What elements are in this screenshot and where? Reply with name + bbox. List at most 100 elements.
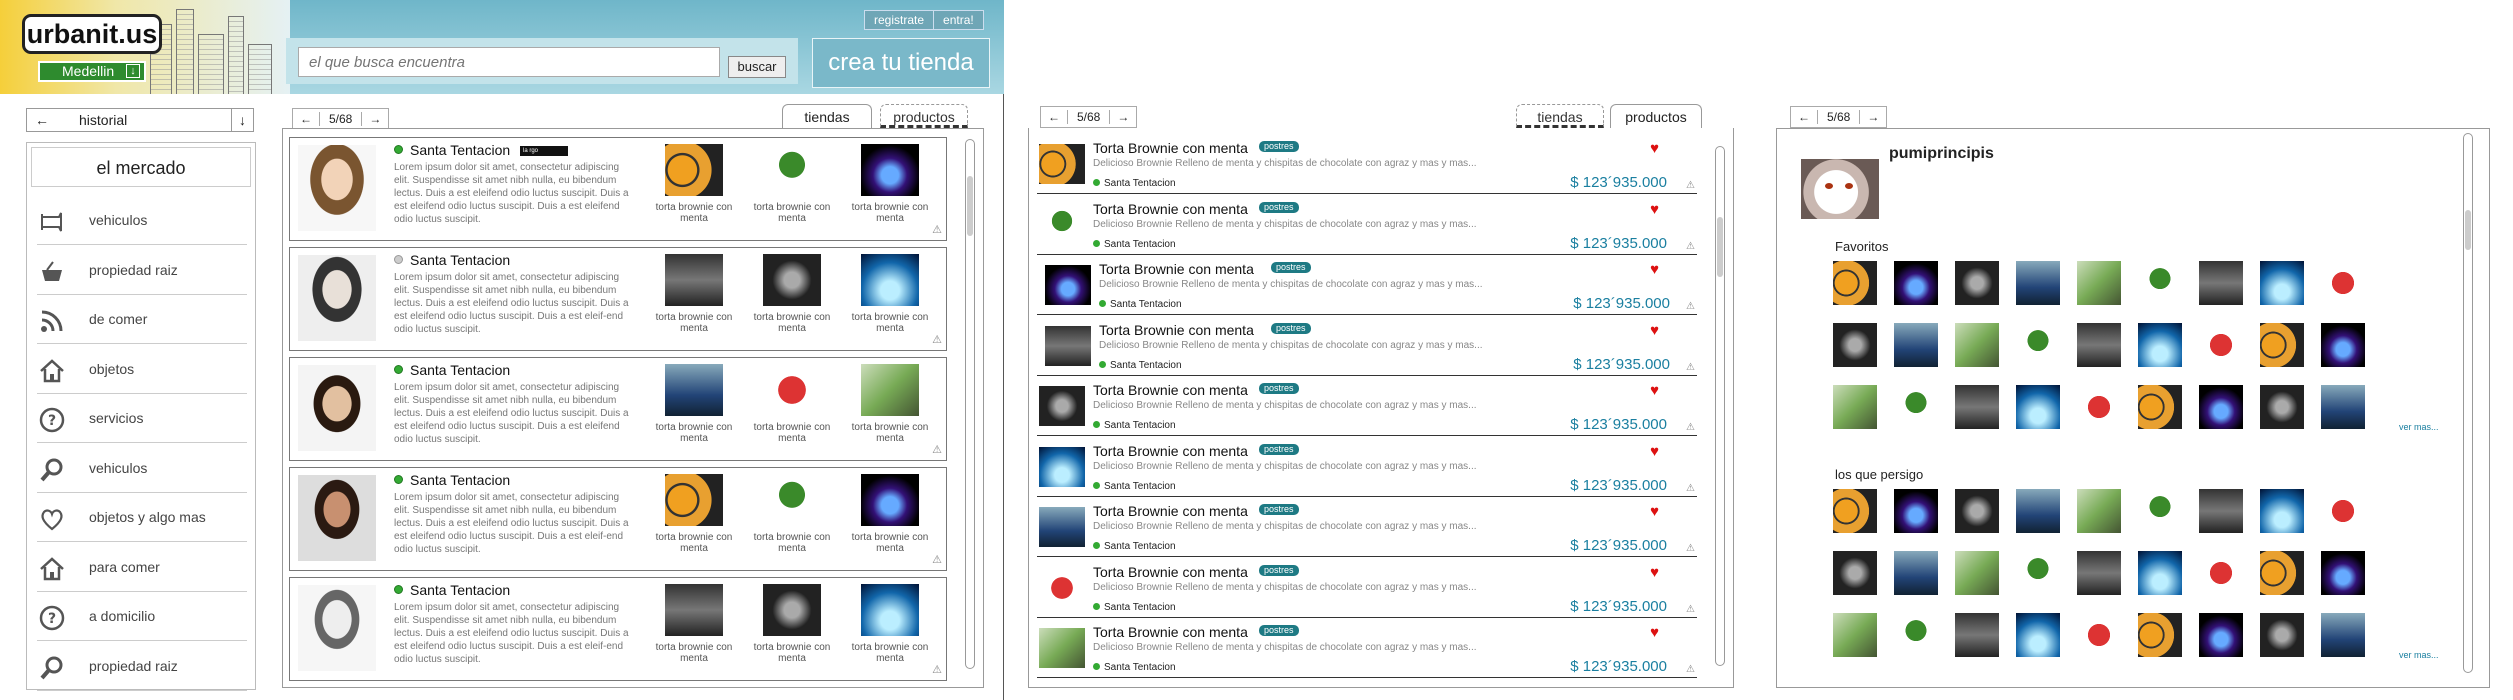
favorite-thumb[interactable] [2260, 489, 2304, 533]
favorite-thumb[interactable] [2077, 489, 2121, 533]
favorite-thumb[interactable] [2199, 323, 2243, 367]
warning-icon[interactable]: ⚠ [932, 333, 942, 346]
heart-icon[interactable]: ♥ [1650, 564, 1659, 581]
store-card[interactable]: Santa Tentacion Lorem ipsum dolor sit ame… [289, 247, 947, 351]
favorite-thumb[interactable] [1894, 323, 1938, 367]
warning-icon[interactable]: ⚠ [1686, 483, 1695, 494]
warning-icon[interactable]: ⚠ [932, 663, 942, 676]
category-badge[interactable]: postres [1271, 322, 1311, 334]
heart-icon[interactable]: ♥ [1650, 624, 1659, 641]
store-link[interactable]: Santa Tentacion [1093, 481, 1176, 492]
store-name[interactable]: Santa Tentacion [410, 362, 510, 378]
favorite-thumb[interactable] [2077, 323, 2121, 367]
store-link[interactable]: Santa Tentacion [1093, 541, 1176, 552]
product-thumb[interactable]: torta brownie con menta [654, 584, 734, 664]
product-thumb[interactable]: torta brownie con menta [654, 474, 734, 554]
favorite-thumb[interactable] [1894, 261, 1938, 305]
product-thumb[interactable]: torta brownie con menta [752, 584, 832, 664]
favorite-thumb[interactable] [2260, 323, 2304, 367]
warning-icon[interactable]: ⚠ [1686, 422, 1695, 433]
product-image[interactable] [1039, 507, 1085, 547]
store-name[interactable]: Santa Tentacion [410, 582, 510, 598]
arrow-left-icon[interactable]: ← [35, 112, 49, 128]
favorite-thumb[interactable] [2138, 323, 2182, 367]
store-link[interactable]: Santa Tentacion [1099, 299, 1182, 310]
product-thumb[interactable]: torta brownie con menta [850, 254, 930, 334]
tab-stores[interactable]: tiendas [1516, 104, 1604, 128]
favorite-thumb[interactable] [1955, 385, 1999, 429]
product-title[interactable]: Torta Brownie con menta [1093, 503, 1248, 519]
favorite-thumb[interactable] [2199, 613, 2243, 657]
scroll-thumb[interactable] [967, 176, 973, 236]
store-card[interactable]: Santa Tentacion Lorem ipsum dolor sit ame… [289, 577, 947, 681]
favorite-thumb[interactable] [2077, 551, 2121, 595]
store-card[interactable]: Santa Tentacion Lorem ipsum dolor sit ame… [289, 357, 947, 461]
favorite-thumb[interactable] [2016, 385, 2060, 429]
category-badge[interactable]: postres [1259, 504, 1299, 515]
favorite-thumb[interactable] [1894, 489, 1938, 533]
login-link[interactable]: entra! [934, 11, 983, 29]
product-image[interactable] [1039, 628, 1085, 668]
sidebar-item[interactable]: objetos y algo mas [37, 494, 247, 542]
product-row[interactable]: Torta Brownie con menta postres Delicioso … [1037, 136, 1697, 194]
product-row[interactable]: Torta Brownie con menta postres Delicioso … [1037, 439, 1697, 497]
city-selector[interactable]: Medellin ↓ [38, 61, 146, 82]
product-row[interactable]: Torta Brownie con menta postres Delicioso … [1037, 499, 1697, 557]
sidebar-item[interactable]: ? a domicilio [37, 593, 247, 641]
category-badge[interactable]: postres [1259, 443, 1299, 455]
favorite-thumb[interactable] [2016, 489, 2060, 533]
product-title[interactable]: Torta Brownie con menta [1093, 624, 1248, 640]
prev-page-icon[interactable]: ← [1791, 110, 1817, 124]
store-photo[interactable] [298, 585, 376, 671]
category-badge[interactable]: postres [1259, 564, 1299, 576]
create-store-button[interactable]: crea tu tienda [812, 38, 990, 88]
store-name[interactable]: Santa Tentacion [410, 142, 510, 158]
scrollbar[interactable] [965, 139, 975, 669]
product-image[interactable] [1039, 567, 1085, 608]
favorite-thumb[interactable] [1833, 261, 1877, 305]
favorite-thumb[interactable] [2016, 323, 2060, 367]
favorite-thumb[interactable] [2199, 261, 2243, 305]
product-thumb[interactable]: torta brownie con menta [654, 144, 734, 224]
heart-icon[interactable]: ♥ [1650, 503, 1659, 520]
favorite-thumb[interactable] [1833, 613, 1877, 657]
store-card[interactable]: Santa Tentacion la rgo Lorem ipsum dolor s… [289, 137, 947, 241]
store-photo[interactable] [298, 145, 376, 231]
favorite-thumb[interactable] [2321, 261, 2365, 305]
favorite-thumb[interactable] [1955, 613, 1999, 657]
scrollbar[interactable] [1715, 146, 1725, 666]
prev-page-icon[interactable]: ← [1041, 110, 1067, 124]
tab-stores[interactable]: tiendas [782, 104, 872, 128]
store-photo[interactable] [298, 365, 376, 451]
favorite-thumb[interactable] [2321, 385, 2365, 429]
product-row[interactable]: Torta Brownie con menta postres Delicioso … [1037, 257, 1697, 315]
product-title[interactable]: Torta Brownie con menta [1093, 443, 1248, 459]
logo[interactable]: urbanit.us [22, 14, 162, 54]
product-thumb[interactable]: torta brownie con menta [850, 144, 930, 224]
favorite-thumb[interactable] [1955, 323, 1999, 367]
favorite-thumb[interactable] [1833, 385, 1877, 429]
sidebar-item[interactable]: ? servicios [37, 395, 247, 443]
category-badge[interactable]: postres [1259, 383, 1299, 394]
store-name[interactable]: Santa Tentacion [410, 252, 510, 268]
warning-icon[interactable]: ⚠ [1686, 604, 1695, 615]
product-title[interactable]: Torta Brownie con menta [1093, 564, 1248, 580]
product-image[interactable] [1039, 144, 1085, 184]
see-more-link[interactable]: ver mas... [2399, 650, 2439, 660]
product-image[interactable] [1039, 446, 1085, 487]
product-thumb[interactable]: torta brownie con menta [752, 254, 832, 334]
product-row[interactable]: Torta Brownie con menta postres Delicioso … [1037, 560, 1697, 618]
favorite-thumb[interactable] [2260, 551, 2304, 595]
favorite-thumb[interactable] [1955, 489, 1999, 533]
product-image[interactable] [1039, 386, 1085, 426]
favorite-thumb[interactable] [2016, 261, 2060, 305]
search-button[interactable]: buscar [728, 56, 786, 78]
sidebar-item[interactable]: para comer [37, 544, 247, 592]
store-card[interactable]: Santa Tentacion Lorem ipsum dolor sit ame… [289, 467, 947, 571]
sidebar-item[interactable]: vehiculos [37, 197, 247, 245]
store-photo[interactable] [298, 475, 376, 561]
favorite-thumb[interactable] [2016, 551, 2060, 595]
store-name[interactable]: Santa Tentacion [410, 472, 510, 488]
category-badge[interactable]: postres [1259, 141, 1299, 152]
favorite-thumb[interactable] [2321, 323, 2365, 367]
